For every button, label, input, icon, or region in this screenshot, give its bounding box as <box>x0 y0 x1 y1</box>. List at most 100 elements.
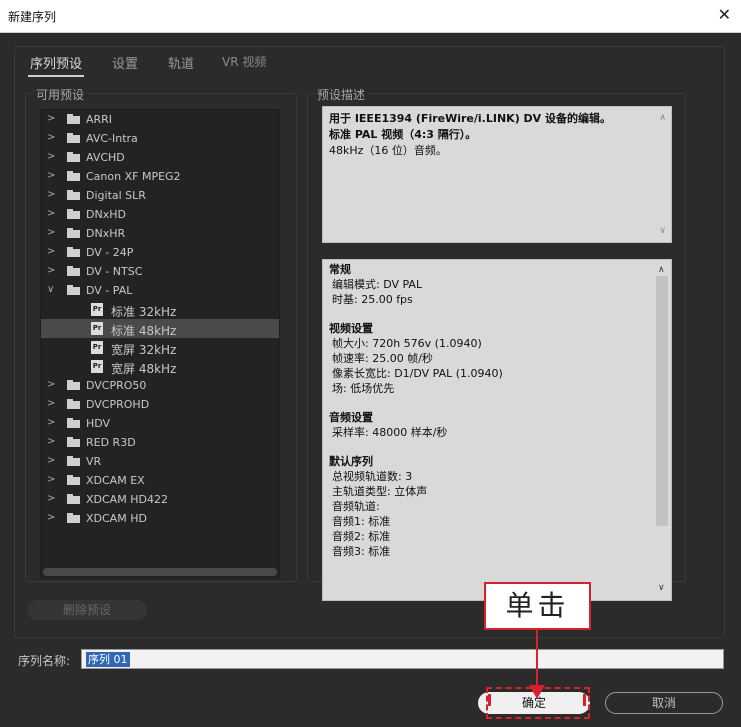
preset-item[interactable]: Pr 宽屏 32kHz <box>41 338 279 357</box>
tree-item-label: Canon XF MPEG2 <box>86 170 181 183</box>
chevron-right-icon[interactable]: > <box>47 189 57 201</box>
tree-item[interactable]: > XDCAM EX <box>41 471 279 490</box>
info-line: 编辑模式: DV PAL <box>332 278 423 291</box>
chevron-right-icon[interactable]: > <box>47 417 57 429</box>
tree-item-label: XDCAM HD <box>86 512 147 525</box>
info-line: 时基: 25.00 fps <box>332 293 413 306</box>
tree-item[interactable]: > DV - 24P <box>41 243 279 262</box>
folder-icon <box>67 494 80 504</box>
delete-preset-button[interactable]: 删除预设 <box>27 600 147 620</box>
tree-item[interactable]: > XDCAM HD422 <box>41 490 279 509</box>
chevron-right-icon[interactable]: > <box>47 436 57 448</box>
close-icon[interactable]: ✕ <box>718 7 731 23</box>
chevron-right-icon[interactable]: > <box>47 265 57 277</box>
preset-item-label: 宽屏 48kHz <box>111 362 177 376</box>
tree-item-label: DV - 24P <box>86 246 134 259</box>
premiere-preset-icon: Pr <box>91 322 103 335</box>
sequence-name-value: 序列 01 <box>86 652 130 667</box>
tree-item[interactable]: > DNxHD <box>41 205 279 224</box>
tree-item-label: Digital SLR <box>86 189 146 202</box>
preset-item[interactable]: Pr 标准 32kHz <box>41 300 279 319</box>
info-line: 音频2: 标准 <box>332 530 391 543</box>
tree-item[interactable]: > DVCPRO50 <box>41 376 279 395</box>
chevron-right-icon[interactable]: > <box>47 208 57 220</box>
chevron-right-icon[interactable]: > <box>47 474 57 486</box>
preset-item-selected[interactable]: Pr 标准 48kHz <box>41 319 279 338</box>
chevron-right-icon[interactable]: > <box>47 455 57 467</box>
tree-item[interactable]: > XDCAM HD <box>41 509 279 528</box>
window-title: 新建序列 <box>8 10 57 24</box>
chevron-right-icon[interactable]: > <box>47 379 57 391</box>
cancel-button[interactable]: 取消 <box>605 692 723 714</box>
tab-tracks[interactable]: 轨道 <box>168 53 194 72</box>
chevron-right-icon[interactable]: > <box>47 246 57 258</box>
tab-vr-video[interactable]: VR 视频 <box>222 53 266 70</box>
tree-item-label: AVCHD <box>86 151 125 164</box>
tree-item-label: DV - NTSC <box>86 265 143 278</box>
tree-item[interactable]: > DV - NTSC <box>41 262 279 281</box>
info-line: 帧速率: 25.00 帧/秒 <box>332 352 433 365</box>
horizontal-scrollbar[interactable] <box>43 568 277 576</box>
info-section-title: 常规 <box>329 263 351 276</box>
tab-settings[interactable]: 设置 <box>112 53 138 72</box>
chevron-right-icon[interactable]: > <box>47 493 57 505</box>
preset-item[interactable]: Pr 宽屏 48kHz <box>41 357 279 376</box>
preset-item-label: 标准 48kHz <box>111 324 177 338</box>
tree-item[interactable]: > VR <box>41 452 279 471</box>
new-sequence-dialog: 序列预设 设置 轨道 VR 视频 可用预设 > ARRI > AVC-Intra >… <box>0 33 741 727</box>
scrollbar-thumb[interactable] <box>656 276 668 526</box>
info-line: 帧大小: 720h 576v (1.0940) <box>332 337 482 350</box>
tree-item-label: DVCPRO50 <box>86 379 147 392</box>
chevron-right-icon[interactable]: > <box>47 132 57 144</box>
preset-description-label: 预设描述 <box>314 86 369 103</box>
description-line: 标准 PAL 视频（4:3 隔行）。 <box>329 128 477 141</box>
scroll-up-icon[interactable]: ∧ <box>659 110 666 126</box>
tree-item[interactable]: > AVCHD <box>41 148 279 167</box>
description-line: 48kHz（16 位）音频。 <box>329 144 447 157</box>
tab-sequence-presets[interactable]: 序列预设 <box>27 53 85 77</box>
sequence-name-input[interactable]: 序列 01 <box>81 649 724 669</box>
info-line: 总视频轨道数: 3 <box>332 470 413 483</box>
preset-item-label: 宽屏 32kHz <box>111 343 177 357</box>
chevron-right-icon[interactable]: > <box>47 398 57 410</box>
chevron-right-icon[interactable]: > <box>47 170 57 182</box>
tree-item[interactable]: > DVCPROHD <box>41 395 279 414</box>
sequence-name-label: 序列名称: <box>18 654 71 668</box>
tree-item[interactable]: > DNxHR <box>41 224 279 243</box>
chevron-right-icon[interactable]: > <box>47 113 57 125</box>
folder-icon <box>67 190 80 200</box>
folder-icon <box>67 228 80 238</box>
tree-item-label: VR <box>86 455 102 468</box>
title-bar: 新建序列 ✕ <box>0 0 741 33</box>
tree-item[interactable]: > AVC-Intra <box>41 129 279 148</box>
chevron-right-icon[interactable]: > <box>47 227 57 239</box>
folder-icon <box>67 247 80 257</box>
folder-icon <box>67 152 80 162</box>
info-line: 音频3: 标准 <box>332 545 391 558</box>
tree-item-label: DNxHD <box>86 208 126 221</box>
tree-item[interactable]: > Canon XF MPEG2 <box>41 167 279 186</box>
tree-item[interactable]: > ARRI <box>41 110 279 129</box>
tree-item[interactable]: > RED R3D <box>41 433 279 452</box>
tree-item-expanded[interactable]: ∨ DV - PAL <box>41 281 279 300</box>
folder-icon <box>67 437 80 447</box>
folder-icon <box>67 133 80 143</box>
chevron-right-icon[interactable]: > <box>47 512 57 524</box>
info-line: 场: 低场优先 <box>332 382 395 395</box>
premiere-preset-icon: Pr <box>91 360 103 373</box>
tree-item[interactable]: > HDV <box>41 414 279 433</box>
tree-item-label: AVC-Intra <box>86 132 138 145</box>
scroll-down-icon[interactable]: ∨ <box>659 223 666 239</box>
folder-icon <box>67 418 80 428</box>
callout-arrow-head <box>529 685 545 699</box>
info-section-title: 视频设置 <box>329 322 373 335</box>
tree-item[interactable]: > Digital SLR <box>41 186 279 205</box>
premiere-preset-icon: Pr <box>91 303 103 316</box>
tree-item-label: HDV <box>86 417 111 430</box>
vertical-scrollbar[interactable]: ∧ ∨ <box>655 262 669 598</box>
highlight-mark <box>583 694 586 706</box>
chevron-right-icon[interactable]: > <box>47 151 57 163</box>
info-line: 采样率: 48000 样本/秒 <box>332 426 448 439</box>
scroll-down-icon[interactable]: ∨ <box>658 581 665 596</box>
chevron-down-icon[interactable]: ∨ <box>47 284 57 296</box>
